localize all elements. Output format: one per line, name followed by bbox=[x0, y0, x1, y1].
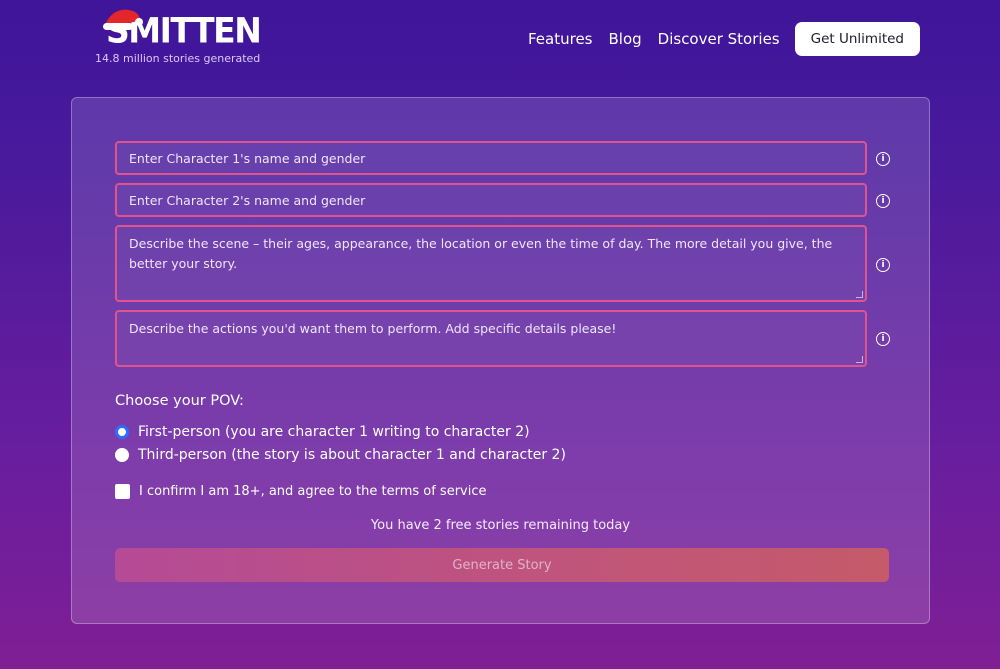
character2-info-icon[interactable]: i bbox=[876, 194, 890, 208]
actions-textarea[interactable]: Describe the actions you'd want them to … bbox=[115, 310, 867, 367]
actions-info-icon[interactable]: i bbox=[876, 332, 890, 346]
pov-first-person-label: First-person (you are character 1 writin… bbox=[138, 424, 530, 440]
generate-story-button[interactable]: Generate Story bbox=[115, 548, 889, 582]
actions-placeholder: Describe the actions you'd want them to … bbox=[129, 321, 617, 336]
resize-handle[interactable] bbox=[856, 291, 863, 298]
scene-placeholder: Describe the scene – their ages, appeara… bbox=[129, 236, 833, 271]
brand-logo[interactable]: SMITTEN 14.8 million stories generated bbox=[95, 4, 285, 68]
get-unlimited-button[interactable]: Get Unlimited bbox=[794, 22, 920, 56]
resize-handle[interactable] bbox=[856, 356, 863, 363]
main-nav: Features Blog Discover Stories Get Unlim… bbox=[512, 22, 920, 56]
story-form-card: Enter Character 1's name and gender i En… bbox=[71, 97, 930, 624]
pov-third-person-option[interactable]: Third-person (the story is about charact… bbox=[115, 447, 566, 463]
scene-textarea[interactable]: Describe the scene – their ages, appeara… bbox=[115, 225, 867, 302]
remaining-stories-text: You have 2 free stories remaining today bbox=[370, 518, 631, 533]
age-confirm-option[interactable]: I confirm I am 18+, and agree to the ter… bbox=[115, 484, 487, 499]
pov-first-person-option[interactable]: First-person (you are character 1 writin… bbox=[115, 424, 530, 440]
scene-info-icon[interactable]: i bbox=[876, 258, 890, 272]
character1-info-icon[interactable]: i bbox=[876, 152, 890, 166]
age-confirm-checkbox[interactable] bbox=[115, 484, 130, 499]
radio-button-selected[interactable] bbox=[115, 425, 129, 439]
character2-input[interactable]: Enter Character 2's name and gender bbox=[115, 183, 867, 217]
nav-features-link[interactable]: Features bbox=[528, 30, 593, 48]
age-confirm-label: I confirm I am 18+, and agree to the ter… bbox=[139, 484, 487, 499]
radio-button[interactable] bbox=[115, 448, 129, 462]
pov-third-person-label: Third-person (the story is about charact… bbox=[138, 447, 566, 463]
nav-discover-stories-link[interactable]: Discover Stories bbox=[658, 30, 780, 48]
santa-hat-icon bbox=[103, 9, 143, 30]
tagline: 14.8 million stories generated bbox=[95, 52, 261, 65]
character1-input[interactable]: Enter Character 1's name and gender bbox=[115, 141, 867, 175]
pov-label: Choose your POV: bbox=[115, 393, 244, 409]
nav-blog-link[interactable]: Blog bbox=[608, 30, 641, 48]
